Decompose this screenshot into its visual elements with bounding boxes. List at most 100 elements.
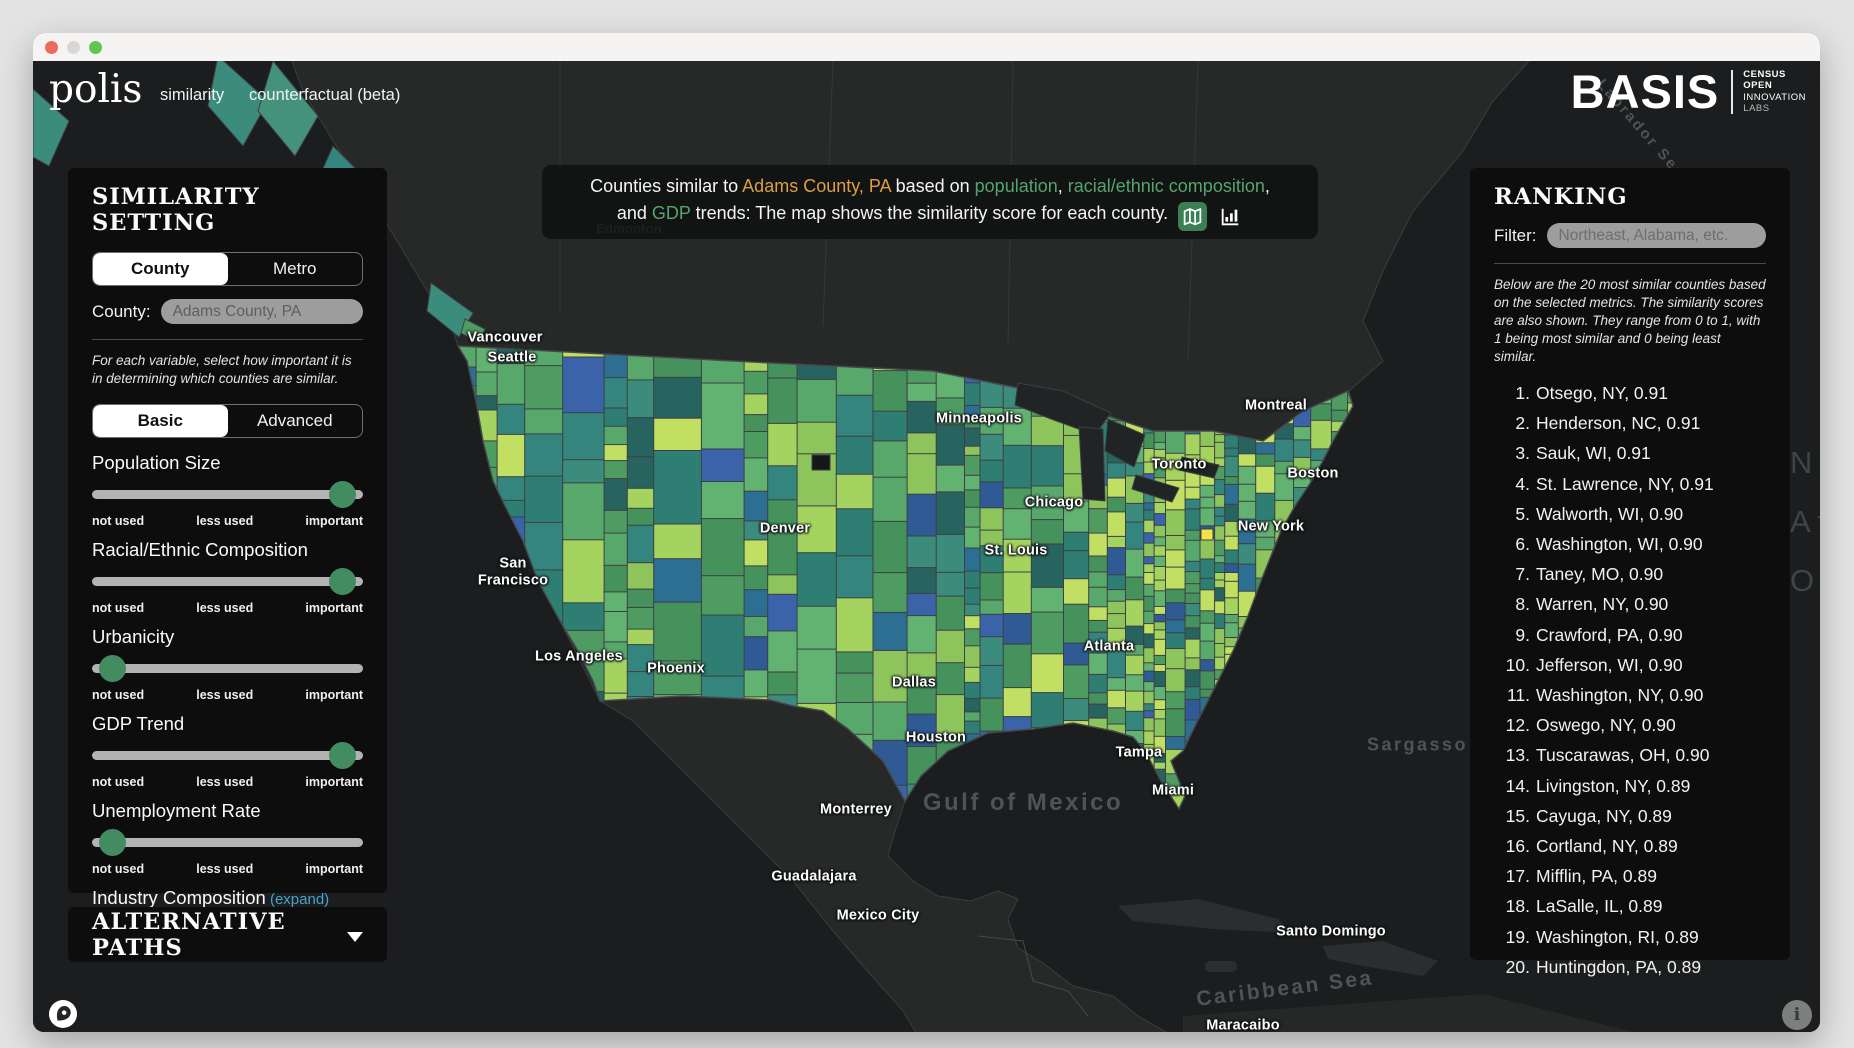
ranking-entry[interactable]: 8.Warren, NY, 0.90 [1494,589,1766,619]
county-field-label: County: [92,302,151,322]
slider-thumb[interactable] [99,829,126,856]
slider-block: Population Sizenot usedless usedimportan… [92,452,363,528]
filter-input[interactable] [1547,223,1767,248]
alternative-paths-title: ALTERNATIVE PATHS [92,909,335,961]
banner-highlight-segment: Adams County, PA [742,176,890,196]
ranking-entry[interactable]: 13.Tuscarawas, OH, 0.90 [1494,740,1766,770]
ranking-entry[interactable]: 19.Washington, RI, 0.89 [1494,922,1766,952]
map-description-banner: Counties similar to Adams County, PA bas… [542,165,1318,239]
ranking-entry[interactable]: 16.Cortland, NY, 0.89 [1494,831,1766,861]
slider-thumb[interactable] [329,481,356,508]
census-open-innovation-labs: CENSUS OPEN INNOVATION LABS [1743,69,1806,115]
banner-text-segment: based on [891,176,975,196]
ranking-entry[interactable]: 3.Sauk, WI, 0.91 [1494,438,1766,468]
zoom-button-icon[interactable] [89,41,102,54]
tab-advanced[interactable]: Advanced [228,405,363,437]
app-window: NorthAtlanticOcean EdmontonVancouverSeat… [33,33,1820,1032]
slider-scale-labels: not usedless usedimportant [92,862,363,876]
county-input[interactable] [161,299,363,324]
chevron-down-icon [347,932,363,942]
slider-label: Unemployment Rate [92,800,363,822]
panel-divider [1494,263,1766,264]
slider-track[interactable] [92,568,363,595]
map-viewport: NorthAtlanticOcean EdmontonVancouverSeat… [33,61,1820,1032]
banner-highlight-segment: racial/ethnic composition [1068,176,1265,196]
slider-block: Racial/Ethnic Composition not usedless us… [92,539,363,615]
industry-expand-link[interactable]: (expand) [266,891,329,908]
banner-text: Counties similar to Adams County, PA bas… [590,173,1270,231]
similarity-setting-title: SIMILARITY SETTING [92,184,363,236]
chart-view-toggle-icon[interactable] [1216,203,1243,230]
slider-thumb[interactable] [329,568,356,595]
slider-label: Industry Composition (expand) [92,887,363,909]
basis-logo: BASIS CENSUS OPEN INNOVATION LABS [1571,68,1806,115]
mode-tabgroup: Basic Advanced [92,404,363,438]
slider-track[interactable] [92,481,363,508]
ranking-entry[interactable]: 15.Cayuga, NY, 0.89 [1494,801,1766,831]
ranking-entry[interactable]: 11.Washington, NY, 0.90 [1494,680,1766,710]
slider-rail[interactable] [92,751,363,760]
ranking-entry[interactable]: 2.Henderson, NC, 0.91 [1494,408,1766,438]
variable-sliders: Population Sizenot usedless usedimportan… [92,452,363,943]
nav-item-similarity[interactable]: similarity [160,86,224,105]
ranking-panel: RANKING Filter: Below are the 20 most si… [1470,168,1790,960]
ranking-entry[interactable]: 12.Oswego, NY, 0.90 [1494,710,1766,740]
ranking-entry[interactable]: 4.St. Lawrence, NY, 0.91 [1494,469,1766,499]
banner-text-segment: Counties similar to [590,176,742,196]
banner-highlight-segment: GDP [652,203,691,223]
mapbox-logo[interactable] [48,999,78,1029]
attribution-info-button[interactable]: i [1782,1000,1812,1030]
slider-rail[interactable] [92,490,363,499]
nav-item-counterfactual[interactable]: counterfactual (beta) [249,86,400,105]
slider-track[interactable] [92,829,363,856]
ranking-entry[interactable]: 1.Otsego, NY, 0.91 [1494,378,1766,408]
slider-scale-labels: not usedless usedimportant [92,601,363,615]
ranking-list: 1.Otsego, NY, 0.912.Henderson, NC, 0.913… [1494,378,1766,982]
slider-block: Unemployment Rate not usedless usedimport… [92,800,363,876]
minimize-button-icon[interactable] [67,41,80,54]
tab-county[interactable]: County [93,253,228,285]
alternative-paths-panel: ALTERNATIVE PATHS [68,907,387,962]
ranking-entry[interactable]: 7.Taney, MO, 0.90 [1494,559,1766,589]
ranking-entry[interactable]: 20.Huntingdon, PA, 0.89 [1494,952,1766,982]
banner-text-segment: , [1265,176,1270,196]
banner-text-segment: and [617,203,652,223]
banner-text-segment: trends: The map shows the similarity sco… [691,203,1169,223]
filter-field-label: Filter: [1494,226,1537,246]
slider-label: Racial/Ethnic Composition [92,539,363,561]
slider-rail[interactable] [92,664,363,673]
slider-scale-labels: not usedless usedimportant [92,688,363,702]
slider-track[interactable] [92,655,363,682]
window-titlebar [33,33,1820,61]
slider-label: Urbanicity [92,626,363,648]
brand-divider [1731,70,1733,114]
tab-metro[interactable]: Metro [228,253,363,285]
ranking-entry[interactable]: 5.Walworth, WI, 0.90 [1494,499,1766,529]
banner-text-segment: , [1058,176,1068,196]
slider-track[interactable] [92,742,363,769]
ranking-entry[interactable]: 10.Jefferson, WI, 0.90 [1494,650,1766,680]
slider-thumb[interactable] [99,655,126,682]
slider-rail[interactable] [92,838,363,847]
ranking-entry[interactable]: 18.LaSalle, IL, 0.89 [1494,891,1766,921]
similarity-setting-panel: SIMILARITY SETTING County Metro County: … [68,168,387,893]
slider-label: GDP Trend [92,713,363,735]
geo-tabgroup: County Metro [92,252,363,286]
panel-divider [92,339,363,340]
banner-highlight-segment: population [975,176,1058,196]
slider-rail[interactable] [92,577,363,586]
top-nav: polis similarity counterfactual (beta) [33,61,1820,127]
ranking-entry[interactable]: 17.Mifflin, PA, 0.89 [1494,861,1766,891]
tab-basic[interactable]: Basic [93,405,228,437]
ranking-entry[interactable]: 9.Crawford, PA, 0.90 [1494,620,1766,650]
ranking-entry[interactable]: 6.Washington, WI, 0.90 [1494,529,1766,559]
map-view-toggle-icon[interactable] [1178,202,1207,231]
ranking-entry[interactable]: 14.Livingston, NY, 0.89 [1494,771,1766,801]
slider-thumb[interactable] [329,742,356,769]
slider-block: Urbanicity not usedless usedimportant [92,626,363,702]
close-button-icon[interactable] [45,41,58,54]
ranking-description: Below are the 20 most similar counties b… [1494,276,1766,366]
alternative-paths-toggle[interactable]: ALTERNATIVE PATHS [92,909,363,961]
slider-scale-labels: not usedless usedimportant [92,775,363,789]
variables-instructions: For each variable, select how important … [92,352,363,388]
